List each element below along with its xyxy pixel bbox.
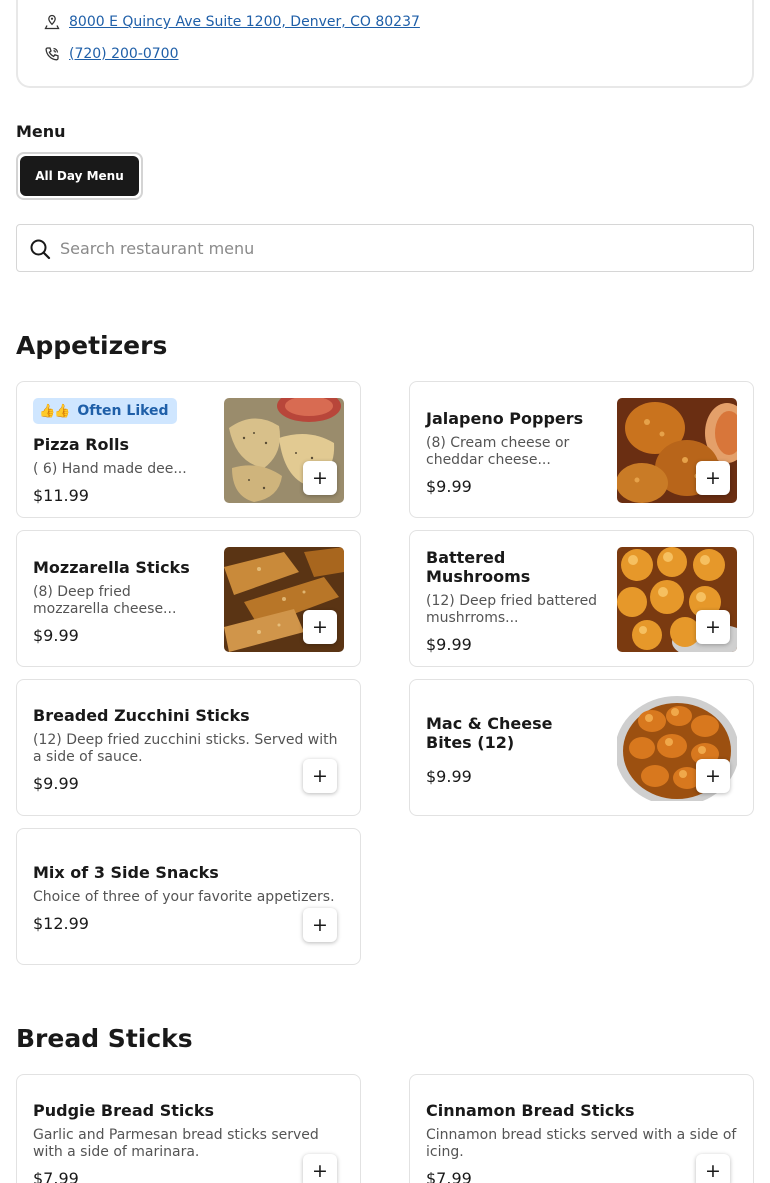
item-name: Mix of 3 Side Snacks bbox=[33, 863, 219, 882]
item-name: Cinnamon Bread Sticks bbox=[426, 1101, 635, 1120]
add-item-button[interactable]: + bbox=[303, 610, 337, 644]
add-item-button[interactable]: + bbox=[303, 1154, 337, 1183]
address-link[interactable]: 8000 E Quincy Ave Suite 1200, Denver, CO… bbox=[69, 14, 420, 30]
item-price: $9.99 bbox=[33, 626, 79, 645]
menu-chip-outline: All Day Menu bbox=[16, 152, 143, 200]
menu-item-card[interactable]: Mix of 3 Side Snacks Choice of three of … bbox=[16, 828, 361, 965]
menu-item-card[interactable]: Cinnamon Bread Sticks Cinnamon bread sti… bbox=[409, 1074, 754, 1183]
add-item-button[interactable]: + bbox=[696, 461, 730, 495]
phone-icon bbox=[44, 46, 60, 62]
add-item-button[interactable]: + bbox=[303, 461, 337, 495]
section-title-bread-sticks: Bread Sticks bbox=[16, 1024, 193, 1053]
item-description: ( 6) Hand made dee... bbox=[33, 461, 187, 477]
item-name: Mac & Cheese Bites (12) bbox=[426, 714, 553, 752]
item-name: Jalapeno Poppers bbox=[426, 409, 584, 428]
item-name: Pizza Rolls bbox=[33, 435, 130, 454]
item-description: Choice of three of your favorite appetiz… bbox=[33, 889, 335, 905]
add-item-button[interactable]: + bbox=[303, 759, 337, 793]
menu-item-card[interactable]: Mozzarella Sticks (8) Deep fried mozzare… bbox=[16, 530, 361, 667]
item-price: $9.99 bbox=[426, 635, 472, 654]
menu-item-card[interactable]: Pudgie Bread Sticks Garlic and Parmesan … bbox=[16, 1074, 361, 1183]
menu-search-box bbox=[16, 224, 754, 272]
item-name: Breaded Zucchini Sticks bbox=[33, 706, 250, 725]
item-price: $9.99 bbox=[33, 774, 79, 793]
menu-item-card[interactable]: Mac & Cheese Bites (12) $9.99 + bbox=[409, 679, 754, 816]
item-price: $7.99 bbox=[33, 1169, 79, 1183]
menu-heading: Menu bbox=[16, 122, 66, 141]
phone-row: (720) 200-0700 bbox=[44, 46, 179, 62]
item-price: $7.99 bbox=[426, 1169, 472, 1183]
item-price: $12.99 bbox=[33, 914, 89, 933]
menu-item-card[interactable]: Battered Mushrooms (12) Deep fried batte… bbox=[409, 530, 754, 667]
item-description: (12) Deep fried battered mushrroms... bbox=[426, 593, 598, 626]
menu-item-card[interactable]: 👍👍 Often Liked Pizza Rolls ( 6) Hand mad… bbox=[16, 381, 361, 518]
item-name: Pudgie Bread Sticks bbox=[33, 1101, 214, 1120]
location-pin-icon bbox=[44, 14, 60, 30]
restaurant-info-card: 8000 E Quincy Ave Suite 1200, Denver, CO… bbox=[16, 0, 754, 88]
item-name: Battered Mushrooms bbox=[426, 548, 531, 586]
item-name: Mozzarella Sticks bbox=[33, 558, 190, 577]
thumbs-up-icon: 👍👍 bbox=[39, 403, 70, 419]
item-price: $11.99 bbox=[33, 486, 89, 505]
menu-item-card[interactable]: Jalapeno Poppers (8) Cream cheese or che… bbox=[409, 381, 754, 518]
search-input[interactable] bbox=[17, 225, 753, 271]
add-item-button[interactable]: + bbox=[696, 610, 730, 644]
item-description: (8) Deep fried mozzarella cheese... bbox=[33, 584, 177, 617]
address-row: 8000 E Quincy Ave Suite 1200, Denver, CO… bbox=[44, 14, 420, 30]
item-description: Cinnamon bread sticks served with a side… bbox=[426, 1127, 737, 1160]
item-price: $9.99 bbox=[426, 767, 472, 786]
menu-item-card[interactable]: Breaded Zucchini Sticks (12) Deep fried … bbox=[16, 679, 361, 816]
badge-label: Often Liked bbox=[77, 403, 169, 419]
often-liked-badge: 👍👍 Often Liked bbox=[33, 398, 177, 424]
section-title-appetizers: Appetizers bbox=[16, 331, 168, 360]
phone-link[interactable]: (720) 200-0700 bbox=[69, 46, 179, 62]
add-item-button[interactable]: + bbox=[696, 1154, 730, 1183]
all-day-menu-chip[interactable]: All Day Menu bbox=[20, 156, 139, 196]
add-item-button[interactable]: + bbox=[696, 759, 730, 793]
item-description: (12) Deep fried zucchini sticks. Served … bbox=[33, 732, 338, 765]
item-price: $9.99 bbox=[426, 477, 472, 496]
search-icon bbox=[29, 238, 51, 260]
item-description: (8) Cream cheese or cheddar cheese... bbox=[426, 435, 570, 468]
item-description: Garlic and Parmesan bread sticks served … bbox=[33, 1127, 319, 1160]
add-item-button[interactable]: + bbox=[303, 908, 337, 942]
